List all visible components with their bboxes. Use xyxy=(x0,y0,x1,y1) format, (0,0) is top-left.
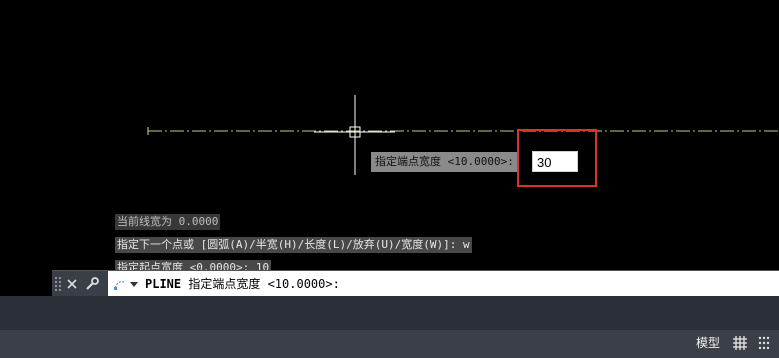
command-prompt-icon[interactable] xyxy=(112,276,140,292)
history-line: 当前线宽为 0.0000 xyxy=(115,214,221,230)
command-name: PLINE xyxy=(145,277,182,291)
drawing-canvas[interactable]: 指定端点宽度 <10.0000>: 30 当前线宽为 0.0000 指定下一个点… xyxy=(0,0,779,296)
model-space-button[interactable]: 模型 xyxy=(692,331,724,355)
command-line-toolbar xyxy=(52,271,108,297)
wrench-icon[interactable] xyxy=(82,273,102,295)
layout-tabs-area xyxy=(0,296,779,330)
dynamic-input-prompt: 指定端点宽度 <10.0000>: xyxy=(371,152,518,172)
command-line-input[interactable]: PLINE 指定端点宽度 <10.0000>: xyxy=(145,271,340,297)
command-line-bar[interactable]: PLINE 指定端点宽度 <10.0000>: xyxy=(52,270,779,297)
close-icon[interactable] xyxy=(62,273,82,295)
drag-handle-icon[interactable] xyxy=(54,275,62,293)
annotation-highlight-box xyxy=(517,129,597,187)
status-bar xyxy=(0,330,779,358)
snap-icon[interactable] xyxy=(754,333,774,353)
grid-icon[interactable] xyxy=(730,333,750,353)
command-prompt-text: 指定端点宽度 <10.0000>: xyxy=(181,277,340,291)
command-history: 当前线宽为 0.0000 指定下一个点或 [圆弧(A)/半宽(H)/长度(L)/… xyxy=(115,210,472,279)
history-line: 指定下一个点或 [圆弧(A)/半宽(H)/长度(L)/放弃(U)/宽度(W)]:… xyxy=(115,237,472,253)
